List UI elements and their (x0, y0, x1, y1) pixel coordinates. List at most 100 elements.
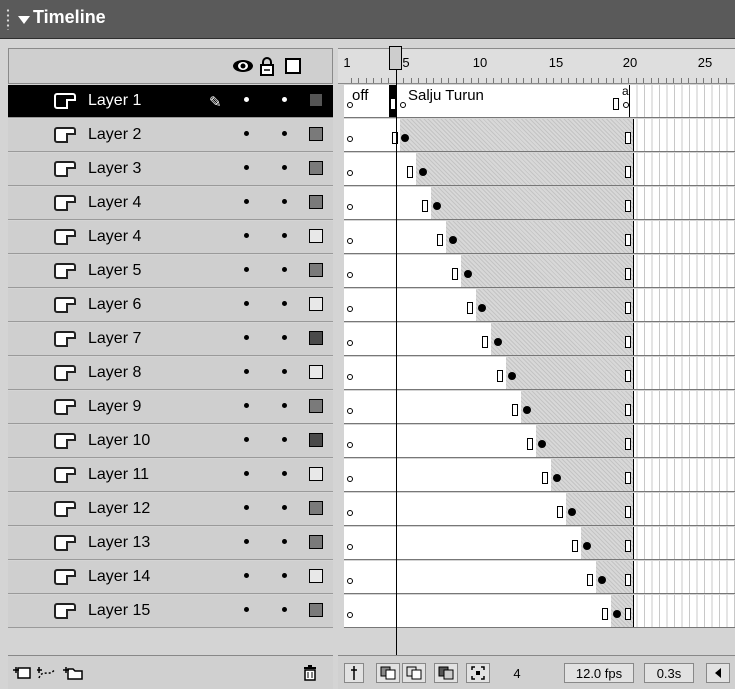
frame-row[interactable] (344, 289, 735, 322)
lock-dot[interactable] (282, 437, 287, 442)
keyframe[interactable] (347, 102, 353, 108)
frame-row[interactable] (344, 391, 735, 424)
layer-row[interactable]: Layer 1 ✎ (8, 85, 333, 118)
layer-row[interactable]: Layer 5 (8, 255, 333, 288)
visibility-dot[interactable] (244, 97, 249, 102)
keyframe[interactable] (568, 508, 576, 516)
lock-icon[interactable] (258, 55, 276, 77)
frame-row[interactable]: off Salju Turun a (344, 84, 735, 118)
outline-swatch[interactable] (309, 603, 323, 617)
outline-swatch[interactable] (309, 161, 323, 175)
keyframe[interactable] (347, 578, 353, 584)
lock-dot[interactable] (282, 573, 287, 578)
keyframe[interactable] (347, 374, 353, 380)
keyframe[interactable] (347, 544, 353, 550)
keyframe[interactable] (613, 610, 621, 618)
layer-row[interactable]: Layer 4 (8, 187, 333, 220)
frame-row[interactable] (344, 493, 735, 526)
visibility-dot[interactable] (244, 199, 249, 204)
insert-layer-icon[interactable] (12, 663, 32, 683)
visibility-dot[interactable] (244, 267, 249, 272)
visibility-dot[interactable] (244, 539, 249, 544)
keyframe[interactable] (347, 306, 353, 312)
layer-row[interactable]: Layer 14 (8, 561, 333, 594)
motion-tween[interactable] (566, 493, 633, 525)
keyframe[interactable] (508, 372, 516, 380)
layer-row[interactable]: Layer 2 (8, 119, 333, 152)
keyframe[interactable] (347, 510, 353, 516)
keyframe[interactable] (347, 238, 353, 244)
outline-swatch[interactable] (309, 569, 323, 583)
keyframe[interactable] (494, 338, 502, 346)
keyframe[interactable] (583, 542, 591, 550)
collapse-triangle-icon[interactable] (18, 16, 30, 24)
trash-icon[interactable] (300, 663, 320, 683)
insert-folder-icon[interactable] (62, 663, 84, 683)
frame-row[interactable] (344, 221, 735, 254)
keyframe[interactable] (401, 134, 409, 142)
lock-dot[interactable] (282, 131, 287, 136)
lock-dot[interactable] (282, 505, 287, 510)
frame-rate[interactable]: 12.0 fps (564, 663, 634, 683)
outline-swatch[interactable] (309, 195, 323, 209)
keyframe[interactable] (433, 202, 441, 210)
edit-multiple-icon[interactable] (434, 663, 458, 683)
keyframe[interactable] (347, 136, 353, 142)
lock-dot[interactable] (282, 335, 287, 340)
lock-dot[interactable] (282, 233, 287, 238)
keyframe[interactable] (347, 442, 353, 448)
outline-swatch[interactable] (309, 501, 323, 515)
onion-skin-icon[interactable] (376, 663, 400, 683)
keyframe[interactable] (598, 576, 606, 584)
visibility-dot[interactable] (244, 233, 249, 238)
motion-tween[interactable] (476, 289, 633, 321)
outline-swatch[interactable] (309, 263, 323, 277)
lock-dot[interactable] (282, 97, 287, 102)
outline-swatch[interactable] (309, 93, 323, 107)
title-bar[interactable]: Timeline (0, 0, 735, 39)
visibility-dot[interactable] (244, 369, 249, 374)
lock-dot[interactable] (282, 539, 287, 544)
motion-tween[interactable] (536, 425, 633, 457)
motion-guide-icon[interactable] (36, 663, 58, 683)
frame-row[interactable] (344, 357, 735, 390)
motion-tween[interactable] (506, 357, 633, 389)
lock-dot[interactable] (282, 607, 287, 612)
visibility-dot[interactable] (244, 403, 249, 408)
keyframe[interactable] (347, 612, 353, 618)
visibility-dot[interactable] (244, 165, 249, 170)
keyframe[interactable] (347, 204, 353, 210)
layer-row[interactable]: Layer 4 (8, 221, 333, 254)
visibility-dot[interactable] (244, 471, 249, 476)
frame-row[interactable] (344, 527, 735, 560)
visibility-dot[interactable] (244, 437, 249, 442)
motion-tween[interactable] (551, 459, 633, 491)
outline-swatch[interactable] (309, 467, 323, 481)
visibility-dot[interactable] (244, 335, 249, 340)
motion-tween[interactable] (521, 391, 633, 423)
lock-dot[interactable] (282, 403, 287, 408)
keyframe[interactable] (478, 304, 486, 312)
keyframe[interactable] (347, 170, 353, 176)
keyframe[interactable] (347, 408, 353, 414)
layer-row[interactable]: Layer 6 (8, 289, 333, 322)
layer-row[interactable]: Layer 15 (8, 595, 333, 628)
outline-swatch[interactable] (309, 433, 323, 447)
outline-swatch[interactable] (309, 365, 323, 379)
motion-tween[interactable] (400, 119, 633, 151)
keyframe[interactable] (347, 476, 353, 482)
layer-row[interactable]: Layer 10 (8, 425, 333, 458)
lock-dot[interactable] (282, 267, 287, 272)
keyframe[interactable] (347, 272, 353, 278)
scroll-left-icon[interactable] (706, 663, 730, 683)
motion-tween[interactable] (446, 221, 633, 253)
outline-swatch[interactable] (309, 331, 323, 345)
frame-row[interactable] (344, 255, 735, 288)
visibility-dot[interactable] (244, 505, 249, 510)
keyframe[interactable] (400, 102, 406, 108)
keyframe[interactable] (449, 236, 457, 244)
onion-markers-icon[interactable] (466, 663, 490, 683)
lock-dot[interactable] (282, 471, 287, 476)
outline-swatch[interactable] (309, 297, 323, 311)
frame-row[interactable] (344, 459, 735, 492)
